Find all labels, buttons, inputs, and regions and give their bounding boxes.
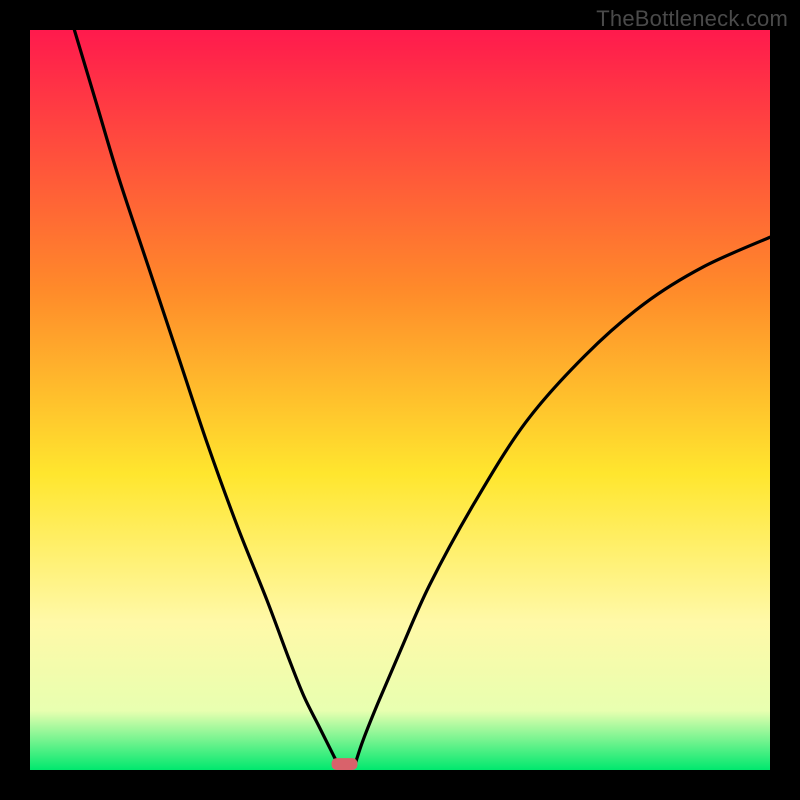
minimum-marker xyxy=(332,758,358,770)
gradient-background xyxy=(30,30,770,770)
watermark-text: TheBottleneck.com xyxy=(596,6,788,32)
bottleneck-chart xyxy=(30,30,770,770)
chart-frame xyxy=(30,30,770,770)
